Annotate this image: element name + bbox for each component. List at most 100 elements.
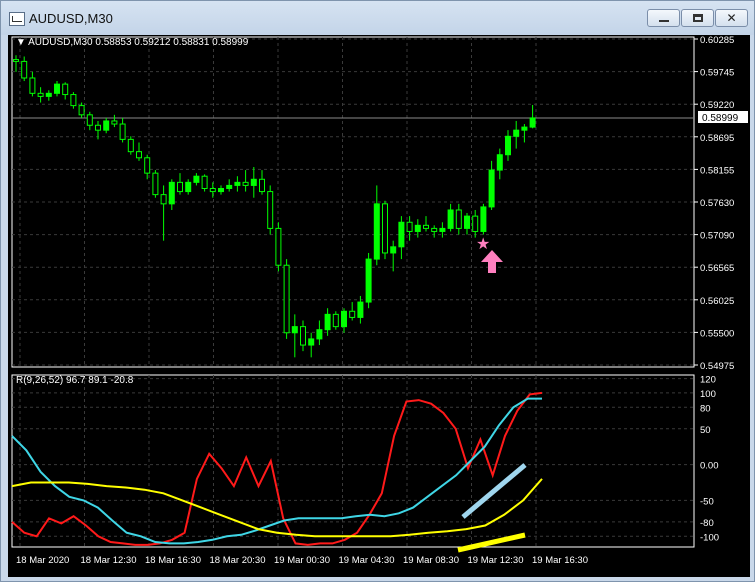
indicator-tick-label: 0.00 — [700, 461, 719, 472]
candle-body — [398, 221, 405, 248]
indicator-tick-label: 50 — [700, 425, 711, 436]
indicator-label: R(9,26,52) 96.7 89.1 -20.8 — [16, 375, 134, 386]
candle-body — [78, 105, 85, 116]
candle-body — [341, 310, 347, 328]
candle-body — [218, 187, 224, 193]
candle-body — [357, 301, 364, 318]
candle-body — [316, 329, 323, 340]
window-title: AUDUSD,M30 — [29, 11, 113, 26]
chart-window: AUDUSD,M30 ✕ 0.60285 0.59745 0.59220 0.5869… — [0, 0, 755, 582]
candle-body — [234, 181, 241, 186]
indicator-tick-label: 80 — [700, 403, 711, 414]
candle-body — [86, 114, 93, 126]
chart-window-icon — [9, 12, 25, 26]
trend-line-yellow — [457, 532, 526, 553]
candle-body — [29, 77, 36, 94]
price-tick-label: 0.54975 — [700, 361, 734, 372]
maximize-icon — [693, 14, 703, 22]
price-tick-label: 0.56565 — [700, 263, 734, 274]
candle-body — [201, 175, 208, 189]
candle-body — [242, 181, 249, 186]
price-tick-label: 0.55500 — [700, 328, 734, 339]
candle-body — [267, 191, 274, 229]
candle-body — [382, 203, 388, 254]
price-tick-label: 0.59745 — [700, 68, 734, 79]
chart-area[interactable]: 0.60285 0.59745 0.59220 0.58695 0.58155 0.576… — [8, 35, 750, 577]
candle-body — [103, 120, 110, 131]
price-tick-label: 0.56025 — [700, 296, 734, 307]
candle-body — [127, 138, 134, 153]
close-button[interactable]: ✕ — [715, 9, 748, 27]
candle-body — [193, 175, 200, 183]
title-bar[interactable]: AUDUSD,M30 ✕ — [1, 1, 754, 35]
time-tick-label: 18 Mar 20:30 — [210, 555, 266, 566]
time-tick-label: 19 Mar 12:30 — [468, 555, 524, 566]
price-tick-label: 0.60285 — [700, 35, 734, 46]
price-tick-label: 0.57630 — [700, 198, 734, 209]
candle-body — [406, 221, 413, 232]
candle-body — [480, 206, 487, 232]
candle-body — [472, 215, 479, 232]
candle-body — [226, 184, 233, 189]
time-tick-label: 19 Mar 16:30 — [532, 555, 588, 566]
price-tick-label: 0.57090 — [700, 231, 734, 242]
candle-body — [373, 203, 380, 260]
candle-body — [185, 181, 192, 193]
indicator-tick-label: 100 — [700, 389, 716, 400]
candle-body — [70, 94, 77, 107]
candle-body — [136, 151, 142, 159]
candle-body — [308, 338, 315, 346]
minimize-button[interactable] — [647, 9, 680, 27]
candle-body — [144, 157, 151, 174]
price-tick-label: 0.59220 — [700, 100, 734, 111]
candle-body — [521, 126, 528, 131]
price-tick-label: 0.58155 — [700, 165, 734, 176]
candle-body — [464, 215, 470, 229]
candle-body — [177, 181, 183, 193]
time-tick-label: 18 Mar 2020 — [16, 555, 69, 566]
candle-body — [152, 172, 159, 196]
candle-body — [283, 264, 290, 334]
up-arrow-icon — [481, 250, 503, 273]
candle-body — [496, 154, 503, 171]
candle-body — [95, 124, 101, 131]
time-tick-label: 19 Mar 08:30 — [403, 555, 459, 566]
time-tick-label: 19 Mar 00:30 — [274, 555, 330, 566]
indicator-tick-label: -100 — [700, 532, 719, 543]
candle-body — [13, 59, 19, 62]
candle-body — [54, 83, 60, 94]
candle-body — [455, 209, 462, 229]
candle-body — [300, 326, 306, 346]
candle-body — [160, 194, 167, 205]
indicator-tick-label: 120 — [700, 375, 716, 386]
candle-body — [447, 209, 454, 229]
candle-body — [488, 169, 495, 208]
price-tick-label: 0.58695 — [700, 133, 734, 144]
candle-body — [529, 117, 536, 128]
candle-body — [209, 187, 216, 193]
candle-body — [513, 129, 520, 137]
current-price-label: 0.58999 — [702, 113, 739, 124]
candle-body — [324, 313, 331, 331]
candle-body — [62, 83, 69, 96]
symbol-label: ▼ AUDUSD,M30 0.58853 0.59212 0.58831 0.5… — [16, 37, 249, 48]
candle-body — [414, 224, 421, 232]
star-marker-icon: ★ — [476, 236, 490, 253]
indicator-tick-label: -80 — [700, 518, 714, 529]
candle-body — [439, 227, 446, 232]
candle-body — [332, 313, 339, 328]
candle-body — [349, 310, 356, 318]
candle-body — [168, 181, 175, 205]
minimize-icon — [659, 20, 669, 22]
candle-body — [21, 60, 28, 79]
candle-body — [390, 246, 397, 254]
price-chart-svg[interactable]: 0.60285 0.59745 0.59220 0.58695 0.58155 0.576… — [8, 35, 750, 577]
candle-body — [291, 326, 298, 334]
time-tick-label: 18 Mar 12:30 — [81, 555, 137, 566]
candle-body — [37, 92, 44, 97]
candle-body — [111, 120, 118, 125]
candle-body — [275, 227, 282, 266]
candle-body — [119, 123, 126, 140]
indicator-tick-label: -50 — [700, 496, 714, 507]
maximize-button[interactable] — [681, 9, 714, 27]
